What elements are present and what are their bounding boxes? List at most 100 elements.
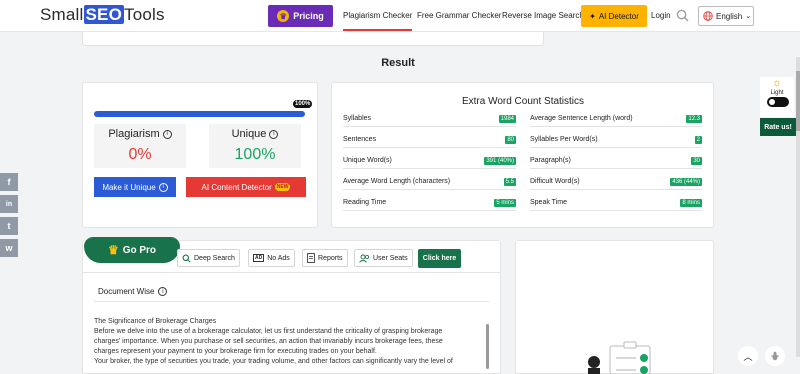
stat-value: 8 mins xyxy=(680,198,702,207)
nav-free-grammar-checker[interactable]: Free Grammar Checker xyxy=(417,11,501,20)
document-wise-label: Document Wise xyxy=(98,287,155,296)
light-mode-toggle[interactable] xyxy=(767,97,789,107)
crown-icon: ♛ xyxy=(277,10,290,22)
feature-label: Deep Search xyxy=(194,254,235,262)
ad-icon: AD xyxy=(253,254,265,262)
language-label: English xyxy=(716,11,743,21)
facebook-icon[interactable]: f xyxy=(0,173,18,191)
info-icon[interactable]: i xyxy=(158,287,168,296)
stat-value: 2 xyxy=(694,135,702,144)
stat-row: Average Word Length (characters) 5.5 xyxy=(343,174,516,190)
plagiarism-value: 0% xyxy=(128,146,152,163)
ai-detector-label: AI Detector xyxy=(598,11,639,21)
stat-row: Paragraph(s) 30 xyxy=(530,153,702,169)
stat-value: 80 xyxy=(505,135,516,144)
stat-value: 5 mins xyxy=(494,198,516,207)
stat-label: Syllables xyxy=(343,115,372,122)
stat-row: Reading Time 5 mins xyxy=(343,195,516,211)
unique-label: Unique xyxy=(231,128,267,140)
stat-value: 391 (40%) xyxy=(484,156,516,165)
unique-value: 100% xyxy=(234,146,276,163)
scrollbar-thumb[interactable] xyxy=(796,71,800,131)
divider xyxy=(82,272,501,273)
info-icon[interactable]: i xyxy=(269,129,279,139)
feature-label: Reports xyxy=(318,254,343,262)
plagiarism-label: Plagiarism xyxy=(108,128,160,140)
page-scrollbar[interactable] xyxy=(796,57,800,357)
language-select[interactable]: English ⌄ xyxy=(698,6,754,26)
users-icon xyxy=(359,254,370,263)
pricing-label: Pricing xyxy=(293,11,324,21)
bug-icon xyxy=(771,351,779,361)
sun-icon: ☼ xyxy=(771,77,783,89)
input-panel-bottom xyxy=(82,32,544,46)
login-link[interactable]: Login xyxy=(651,11,671,20)
doc-line: The Significance of Brokerage Charges xyxy=(94,318,217,325)
stat-row: Syllables 1984 xyxy=(343,111,516,127)
nav-plagiarism-checker[interactable]: Plagiarism Checker xyxy=(343,11,413,31)
crown-icon: ♛ xyxy=(107,243,119,257)
feature-label: No Ads xyxy=(267,254,290,262)
info-icon[interactable]: i xyxy=(162,129,172,139)
stat-label: Syllables Per Word(s) xyxy=(530,136,598,143)
no-ads-feature[interactable]: AD No Ads xyxy=(248,249,295,267)
make-unique-label: Make it Unique xyxy=(102,182,156,192)
progress-label: 100% xyxy=(293,100,313,108)
globe-icon xyxy=(703,11,713,21)
stat-row: Syllables Per Word(s) 2 xyxy=(530,132,702,148)
top-header: Small SEO Tools ♛ Pricing Plagiarism Check… xyxy=(0,0,800,32)
stats-title: Extra Word Count Statistics xyxy=(461,96,585,107)
stat-value: 1984 xyxy=(498,114,516,123)
nav-reverse-image-search[interactable]: Reverse Image Search xyxy=(502,11,584,20)
rate-us-button[interactable]: Rate us! xyxy=(760,118,796,136)
stat-label: Difficult Word(s) xyxy=(530,178,580,185)
stat-value: 5.5 xyxy=(503,177,516,186)
doc-line: Before we delve into the use of a broker… xyxy=(94,328,443,335)
pricing-button[interactable]: ♛ Pricing xyxy=(268,5,333,27)
site-logo[interactable]: Small SEO Tools xyxy=(40,5,165,25)
reports-feature[interactable]: Reports xyxy=(302,249,348,267)
user-seats-feature[interactable]: User Seats xyxy=(354,249,413,267)
search-icon xyxy=(182,254,191,262)
document-text[interactable]: The Significance of Brokerage Charges Be… xyxy=(94,317,480,367)
search-icon[interactable] xyxy=(676,9,689,22)
stat-value: 30 xyxy=(691,156,702,165)
whatsapp-icon[interactable]: w xyxy=(0,239,18,257)
scroll-to-top-button[interactable]: ︿ xyxy=(738,346,758,366)
stat-row: Speak Time 8 mins xyxy=(530,195,702,211)
linkedin-icon[interactable]: in xyxy=(0,195,18,213)
make-it-unique-button[interactable]: Make it Unique i xyxy=(94,177,176,197)
report-bug-button[interactable] xyxy=(765,346,785,366)
ai-content-detector-button[interactable]: AI Content Detector NEW xyxy=(186,177,306,197)
document-icon xyxy=(307,253,315,263)
unique-box: Unique i 100% xyxy=(209,124,301,168)
stat-row: Unique Word(s) 391 (40%) xyxy=(343,153,516,169)
deep-search-feature[interactable]: Deep Search xyxy=(177,249,240,267)
doc-line: charges represent your payment to your b… xyxy=(94,348,377,355)
chevron-down-icon: ⌄ xyxy=(745,13,752,20)
checklist-illustration xyxy=(588,341,651,374)
stat-label: Average Sentence Length (word) xyxy=(530,115,633,122)
logo-text-small: Small xyxy=(40,5,84,24)
stat-value: 436 (44%) xyxy=(670,177,702,186)
ai-content-label: AI Content Detector xyxy=(201,182,272,192)
twitter-icon[interactable]: t xyxy=(0,217,18,235)
document-scrollbar[interactable] xyxy=(486,324,489,369)
doc-line: charges' importance. When you purchase o… xyxy=(94,338,443,345)
click-here-button[interactable]: Click here xyxy=(418,249,461,268)
ai-detector-button[interactable]: ✦ AI Detector xyxy=(581,5,647,27)
info-icon: i xyxy=(158,182,168,192)
progress-bar xyxy=(94,111,305,117)
stat-label: Speak Time xyxy=(530,199,567,206)
stat-label: Paragraph(s) xyxy=(530,157,571,164)
sparkle-icon: ✦ xyxy=(589,11,596,21)
toggle-knob xyxy=(769,99,775,105)
new-badge: NEW xyxy=(274,183,291,191)
stat-row: Average Sentence Length (word) 12.3 xyxy=(530,111,702,127)
logo-text-seo: SEO xyxy=(83,5,125,24)
result-title: Result xyxy=(381,57,415,69)
go-pro-tab[interactable]: ♛ Go Pro xyxy=(84,237,180,263)
chevron-up-icon: ︿ xyxy=(743,351,753,362)
stat-label: Unique Word(s) xyxy=(343,157,392,164)
feature-label: User Seats xyxy=(373,254,408,262)
